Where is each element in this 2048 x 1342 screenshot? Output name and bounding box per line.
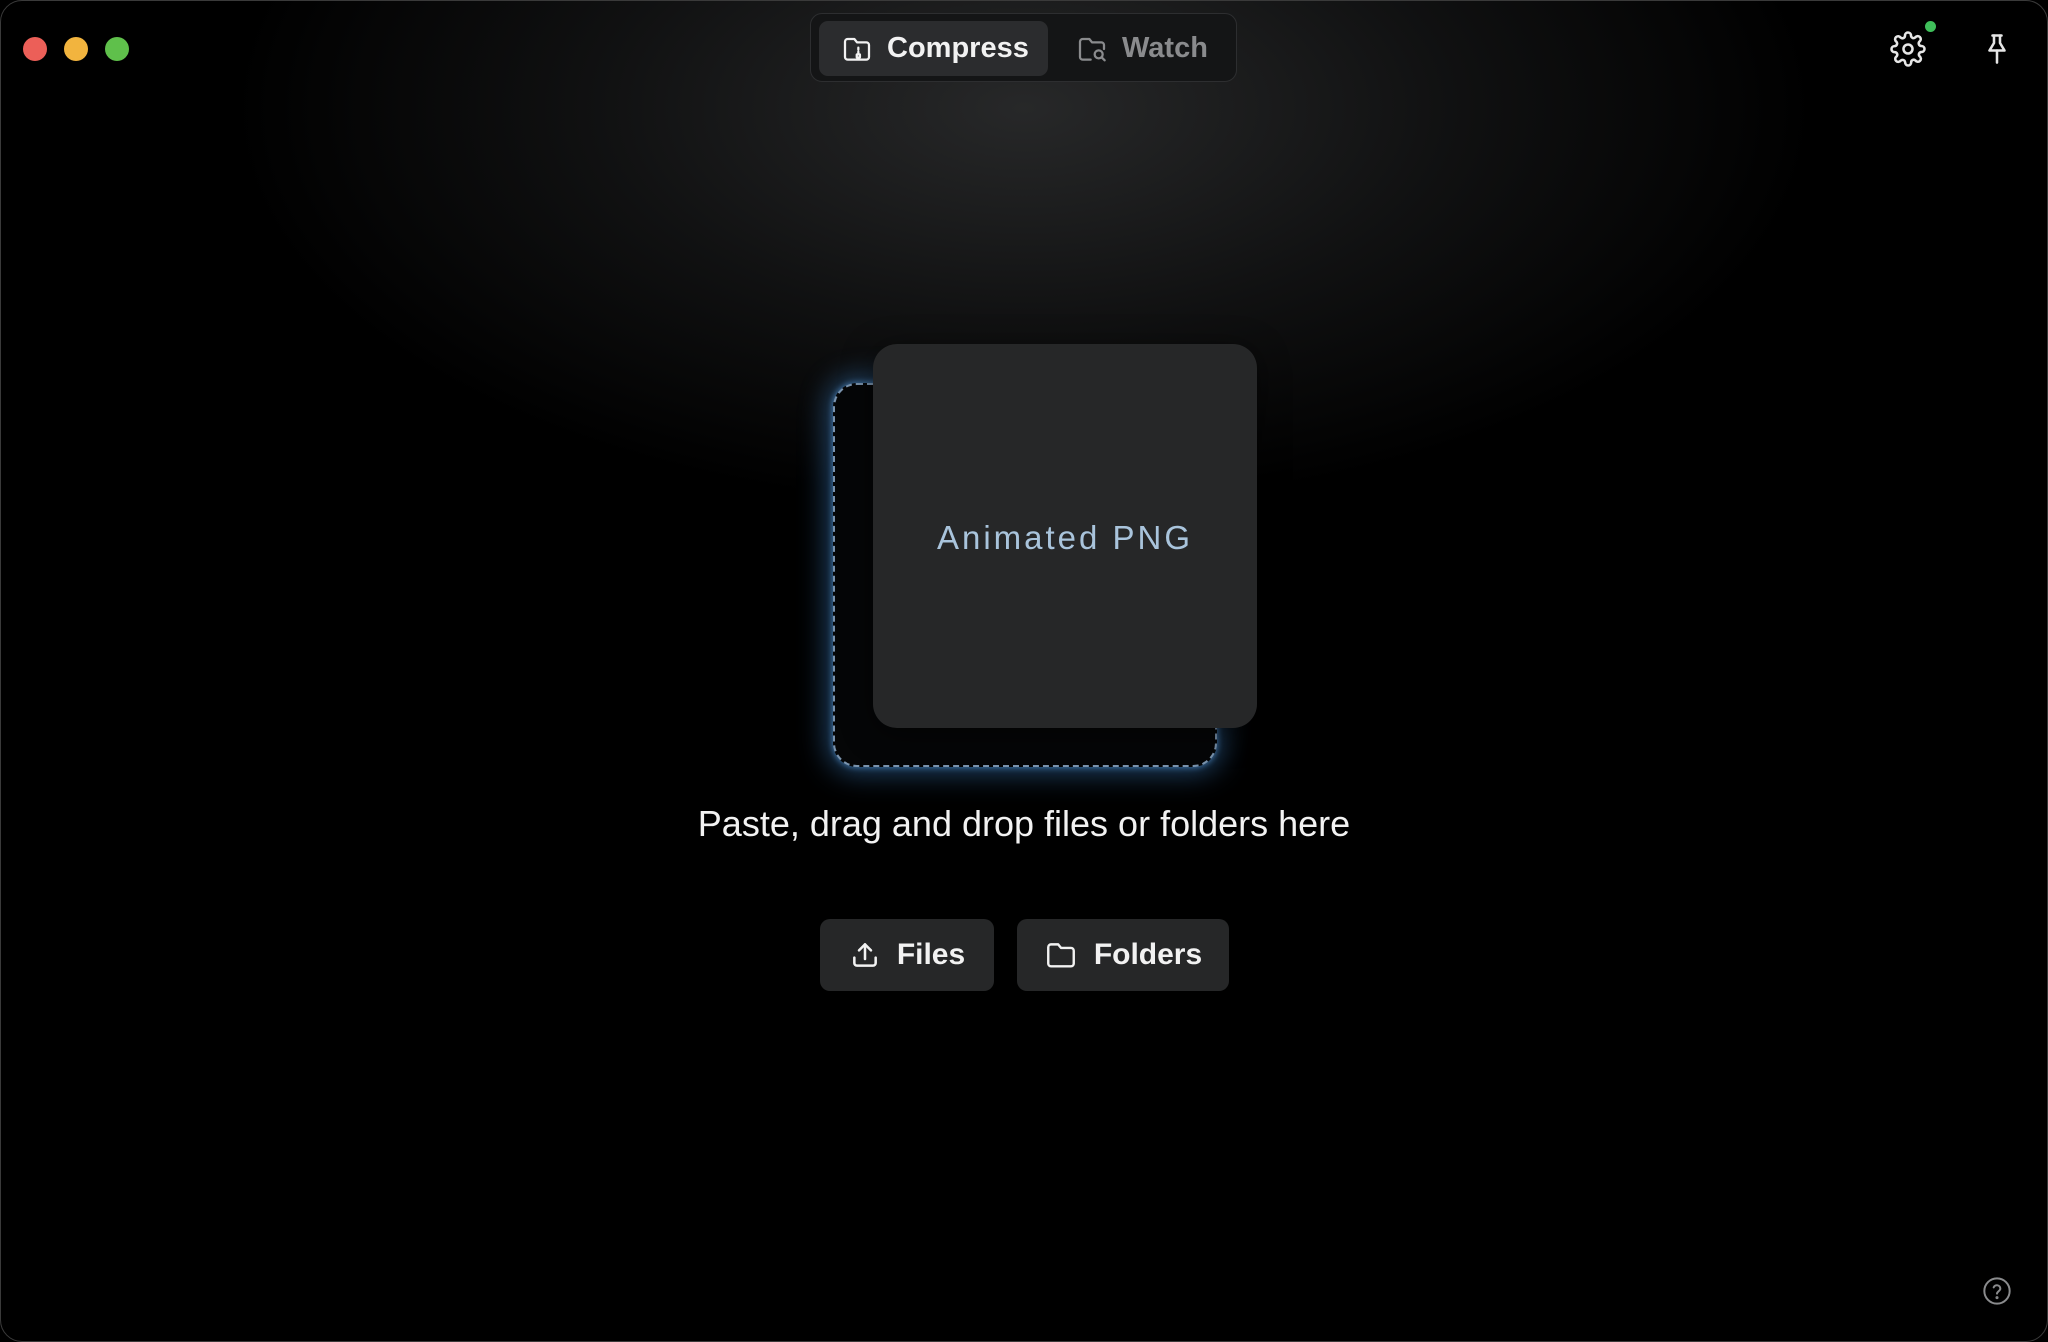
drop-hint: Paste, drag and drop files or folders he… (697, 803, 1351, 844)
settings-notification-dot (1925, 21, 1936, 32)
format-label: Animated PNG (936, 519, 1194, 556)
folder-compress-icon (843, 37, 871, 61)
format-card: Animated PNG (873, 344, 1257, 728)
select-files-label: Files (896, 938, 966, 971)
app-window: Compress Watch Animated PNG Paste, drag … (0, 0, 2048, 1342)
close-window-button[interactable] (23, 37, 47, 61)
select-folders-label: Folders (1093, 938, 1203, 971)
upload-icon (852, 943, 877, 967)
tab-watch-label: Watch (1122, 32, 1208, 64)
folder-icon (1046, 943, 1075, 968)
tab-compress[interactable]: Compress (819, 21, 1048, 76)
window-controls (23, 37, 129, 61)
select-folders-button[interactable]: Folders (1017, 919, 1229, 991)
gear-icon[interactable] (1890, 31, 1926, 67)
maximize-window-button[interactable] (105, 37, 129, 61)
tab-compress-label: Compress (887, 32, 1029, 64)
folder-search-icon (1078, 37, 1106, 61)
pin-icon[interactable] (1979, 31, 2015, 67)
select-files-button[interactable]: Files (820, 919, 994, 991)
minimize-window-button[interactable] (64, 37, 88, 61)
tab-watch[interactable]: Watch (1054, 21, 1230, 76)
mode-switcher: Compress Watch (810, 13, 1237, 82)
help-icon[interactable] (1981, 1275, 2013, 1307)
